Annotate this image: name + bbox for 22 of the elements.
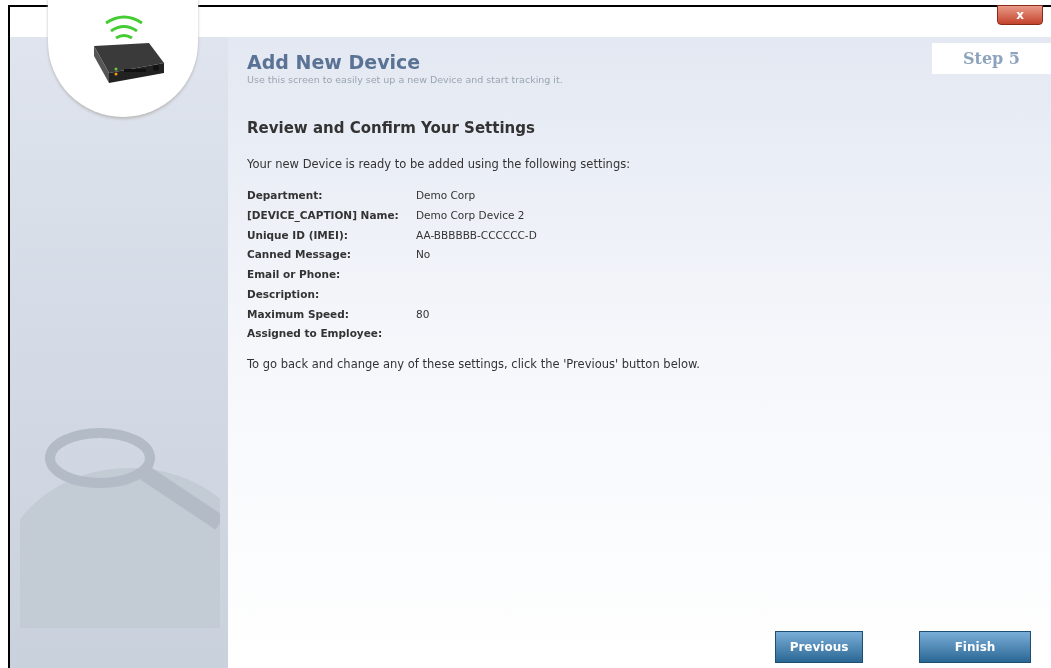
setting-value: Demo Corp Device 2 <box>416 208 525 221</box>
setting-label: Email or Phone: <box>247 267 342 282</box>
intro-text: Your new Device is ready to be added using the following settings: <box>247 155 631 173</box>
nav-button[interactable]: Previous <box>775 631 863 663</box>
nav-button[interactable]: Finish <box>919 631 1031 663</box>
setting-label: Unique ID (IMEI): <box>247 227 349 243</box>
setting-value: 80 <box>416 307 430 320</box>
setting-label: [DEVICE_CAPTION] Name: <box>247 207 400 224</box>
page-title: Add New Device <box>247 51 421 73</box>
section-title: Review and Confirm Your Settings <box>247 118 535 140</box>
step-indicator: Step 5 <box>932 43 1051 74</box>
setting-label: Maximum Speed: <box>247 306 350 322</box>
setting-label: Description: <box>247 286 321 302</box>
instruction-text: To go back and change any of these settings, click the 'Previous' button below. <box>247 356 700 373</box>
setting-label: Department: <box>247 188 324 203</box>
page-subtitle: Use this screen to easily set up a new Device and start tracking it. <box>247 73 563 87</box>
setting-value: Demo Corp <box>416 189 476 201</box>
setting-value: No <box>416 248 431 261</box>
close-button[interactable]: x <box>997 5 1043 25</box>
setting-label: Assigned to Employee: <box>247 326 384 342</box>
setting-label: Canned Message: <box>247 247 353 263</box>
setting-value: AA-BBBBBB-CCCCCC-D <box>416 228 537 241</box>
